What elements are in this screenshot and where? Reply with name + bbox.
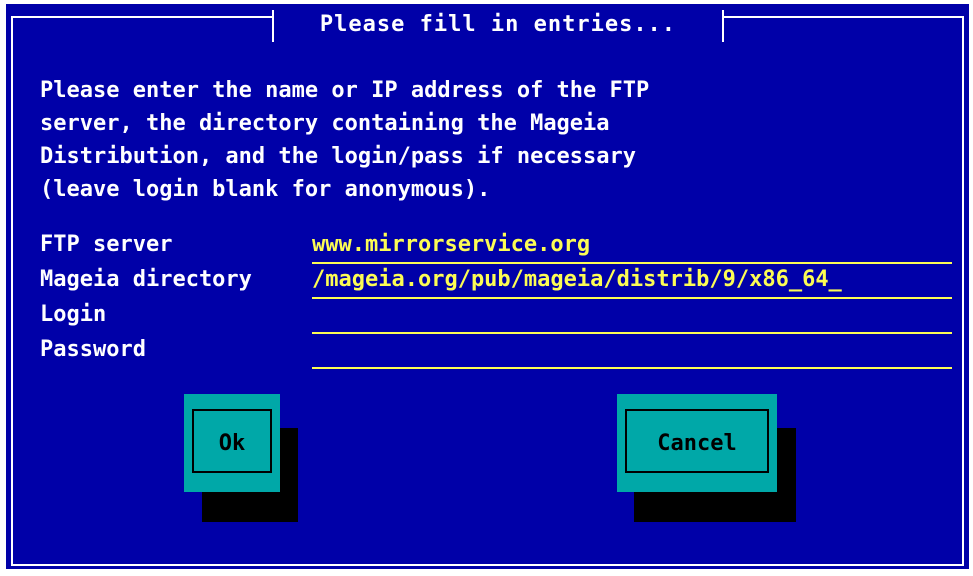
cancel-button-label: Cancel bbox=[657, 430, 737, 456]
mageia-directory-label: Mageia directory bbox=[40, 267, 252, 292]
cancel-button-group: Cancel bbox=[617, 394, 807, 524]
ftp-server-label: FTP server bbox=[40, 232, 173, 257]
title-tick-left bbox=[272, 10, 274, 42]
title-tick-right bbox=[722, 10, 724, 42]
dialog-border-right bbox=[962, 16, 964, 566]
dialog-message: Please enter the name or IP address of t… bbox=[40, 78, 650, 202]
cancel-button[interactable]: Cancel bbox=[617, 394, 777, 492]
login-input[interactable] bbox=[312, 302, 952, 334]
password-input[interactable] bbox=[312, 337, 952, 369]
login-label: Login bbox=[40, 302, 107, 327]
form-row-ftp-server: FTP server www.mirrorservice.org bbox=[40, 232, 952, 267]
form-row-login: Login bbox=[40, 302, 952, 337]
ftp-server-input[interactable]: www.mirrorservice.org bbox=[312, 232, 952, 264]
ok-button[interactable]: Ok bbox=[184, 394, 280, 492]
dialog-title: Please fill in entries... bbox=[319, 11, 677, 37]
ftp-entries-dialog: Please fill in entries... Please enter t… bbox=[6, 4, 969, 569]
form-row-mageia-directory: Mageia directory /mageia.org/pub/mageia/… bbox=[40, 267, 952, 302]
mageia-directory-input[interactable]: /mageia.org/pub/mageia/distrib/9/x86_64_ bbox=[312, 267, 952, 299]
dialog-border-bottom bbox=[11, 564, 964, 566]
form-row-password: Password bbox=[40, 337, 952, 372]
ok-button-label: Ok bbox=[218, 430, 246, 456]
entries-form: FTP server www.mirrorservice.org Mageia … bbox=[40, 232, 952, 372]
dialog-border-top-right bbox=[722, 16, 964, 18]
dialog-title-bar: Please fill in entries... bbox=[272, 4, 724, 44]
password-label: Password bbox=[40, 337, 146, 362]
dialog-border-left bbox=[11, 16, 13, 566]
ok-button-group: Ok bbox=[184, 394, 304, 524]
dialog-border-top-left bbox=[11, 16, 274, 18]
